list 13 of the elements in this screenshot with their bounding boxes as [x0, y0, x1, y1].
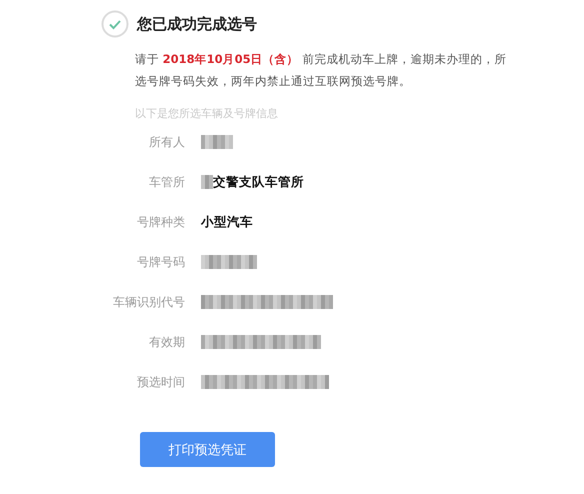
field-label: 车管所 — [148, 174, 185, 190]
notice-text: 请于 2018年10月05日（含） 前完成机动车上牌，逾期未办理的，所选号牌号码失效，两年内禁止通过互联网预选号牌。 — [135, 51, 508, 90]
field-label: 号牌种类 — [136, 214, 185, 230]
field-label: 号牌号码 — [136, 254, 185, 270]
field-value: 交警支队车管所 — [213, 174, 304, 190]
success-title: 您已成功完成选号 — [137, 14, 257, 34]
check-icon — [101, 10, 129, 38]
field-label: 有效期 — [148, 334, 185, 350]
field-label: 车辆识别代号 — [112, 294, 185, 310]
print-button[interactable]: 打印预选凭证 — [140, 432, 275, 467]
field-value: 小型汽车 — [201, 214, 253, 230]
field-label: 所有人 — [148, 134, 185, 150]
field-label: 预选时间 — [136, 374, 185, 390]
